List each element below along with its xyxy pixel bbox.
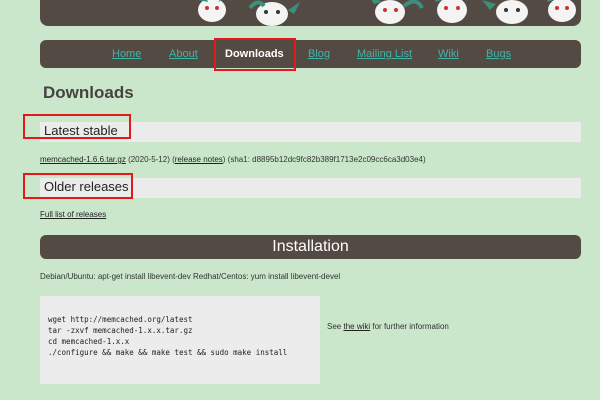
latest-stable-heading: Latest stable bbox=[44, 123, 118, 138]
nav-item-downloads[interactable]: Downloads bbox=[225, 40, 284, 68]
mascot-illustration bbox=[198, 0, 576, 26]
sha1-text: ) (sha1: d8895b12dc9fc82b389f1713e2c09cc… bbox=[222, 155, 426, 164]
code-line: cd memcached-1.x.x bbox=[48, 337, 130, 346]
nav-item-wiki[interactable]: Wiki bbox=[438, 40, 459, 68]
install-code-block: wget http://memcached.org/latest tar -zx… bbox=[40, 296, 320, 384]
page-title: Downloads bbox=[43, 83, 134, 102]
package-install-text: Debian/Ubuntu: apt-get install libevent-… bbox=[40, 272, 341, 281]
latest-stable-header: Latest stable bbox=[40, 122, 581, 142]
nav-item-blog[interactable]: Blog bbox=[308, 40, 330, 68]
nav-item-home[interactable]: Home bbox=[112, 40, 141, 68]
release-notes-link[interactable]: release notes bbox=[175, 155, 223, 164]
full-list-link[interactable]: Full list of releases bbox=[40, 210, 106, 219]
older-releases-line: Full list of releases bbox=[40, 210, 106, 219]
download-link[interactable]: memcached-1.6.6.tar.gz bbox=[40, 155, 126, 164]
installation-heading: Installation bbox=[272, 238, 349, 255]
code-line: ./configure && make && make test && sudo… bbox=[48, 348, 288, 357]
latest-release-line: memcached-1.6.6.tar.gz (2020-5-12) (rele… bbox=[40, 155, 426, 164]
page: Home About Downloads Blog Mailing List W… bbox=[0, 0, 600, 400]
nav-item-mailing-list[interactable]: Mailing List bbox=[357, 40, 412, 68]
code-line: wget http://memcached.org/latest bbox=[48, 315, 193, 324]
nav-item-about[interactable]: About bbox=[169, 40, 198, 68]
older-releases-header: Older releases bbox=[40, 178, 581, 198]
see-wiki-text: See the wiki for further information bbox=[327, 322, 449, 331]
main-nav: Home About Downloads Blog Mailing List W… bbox=[40, 40, 581, 68]
older-releases-heading: Older releases bbox=[44, 179, 129, 194]
installation-header: Installation bbox=[40, 235, 581, 259]
code-line: tar -zxvf memcached-1.x.x.tar.gz bbox=[48, 326, 193, 335]
release-date: (2020-5-12) bbox=[128, 155, 170, 164]
wiki-link[interactable]: the wiki bbox=[343, 322, 370, 331]
nav-item-bugs[interactable]: Bugs bbox=[486, 40, 511, 68]
header-banner bbox=[40, 0, 581, 26]
